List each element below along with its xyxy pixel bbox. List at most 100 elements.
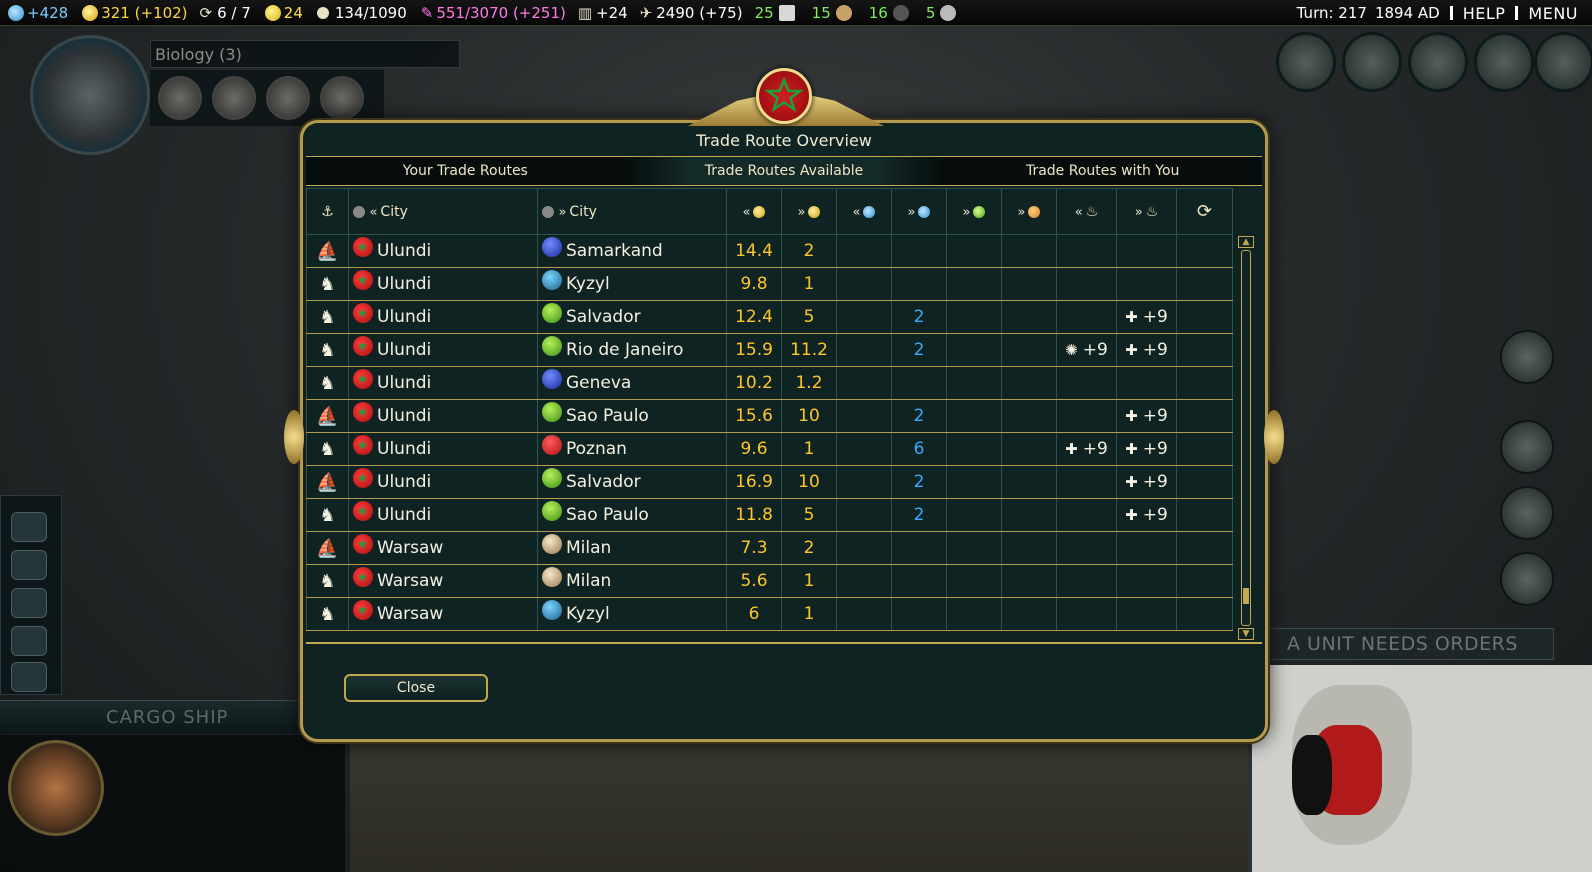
frame-ornament bbox=[284, 410, 304, 464]
origin-city: Warsaw bbox=[377, 538, 444, 558]
culture-stat[interactable]: ✎ 551/3070 (+251) bbox=[421, 4, 566, 22]
action-button[interactable] bbox=[11, 662, 47, 692]
table-scrollbar[interactable]: ▲ ▼ bbox=[1238, 236, 1254, 640]
current-research-label[interactable]: Biology (3) bbox=[150, 40, 460, 68]
tab-trade-routes-available[interactable]: Trade Routes Available bbox=[624, 157, 944, 185]
civ-icon bbox=[353, 205, 365, 218]
sort-turns-header[interactable]: ⟳ bbox=[1176, 188, 1233, 235]
civ-icon bbox=[542, 205, 554, 218]
destination-city: Salvador bbox=[566, 472, 641, 492]
resource-4-stat[interactable]: 5 bbox=[926, 4, 960, 22]
advisor-button[interactable] bbox=[1342, 32, 1402, 92]
caravan-icon: ♞ bbox=[319, 372, 336, 394]
faith-stat[interactable]: ✈ 2490 (+75) bbox=[640, 4, 743, 22]
science-destination-value bbox=[891, 564, 947, 598]
advisor-buttons bbox=[1262, 32, 1592, 102]
sort-by-origin-city-header[interactable]: «City bbox=[348, 188, 538, 235]
menu-button[interactable]: MENU bbox=[1528, 4, 1578, 23]
table-row[interactable]: ⛵ Ulundi Sao Paulo 15.610 2 ✚+9 bbox=[306, 399, 1233, 433]
resource-1-stat[interactable]: 25 bbox=[755, 4, 798, 22]
table-row[interactable]: ⛵ Ulundi Samarkand 14.42 bbox=[306, 234, 1233, 268]
production-value bbox=[1001, 432, 1057, 466]
map-area[interactable] bbox=[350, 740, 1250, 872]
table-row[interactable]: ♞ Ulundi Salvador 12.45 2 ✚+9 bbox=[306, 300, 1233, 334]
sort-religion-destination-header[interactable]: » ♨ bbox=[1116, 188, 1177, 235]
religion-origin-value bbox=[1056, 300, 1117, 334]
religion-origin-value bbox=[1056, 465, 1117, 499]
action-button[interactable] bbox=[11, 550, 47, 580]
advisor-button[interactable] bbox=[1534, 32, 1592, 92]
divider bbox=[1449, 6, 1453, 20]
production-value bbox=[1001, 498, 1057, 532]
action-button[interactable] bbox=[11, 512, 47, 542]
notification-icon[interactable] bbox=[1500, 330, 1554, 384]
origin-civ-icon bbox=[353, 435, 373, 455]
resource-2-stat[interactable]: 15 bbox=[812, 4, 855, 22]
scroll-up-button[interactable]: ▲ bbox=[1238, 236, 1254, 248]
table-row[interactable]: ♞ Ulundi Kyzyl 9.81 bbox=[306, 267, 1233, 301]
tech-unlocks bbox=[150, 70, 384, 126]
table-row[interactable]: ⛵ Warsaw Milan 7.32 bbox=[306, 531, 1233, 565]
gold-stat[interactable]: 321 (+102) bbox=[82, 4, 188, 22]
unit-needs-orders-banner[interactable]: A UNIT NEEDS ORDERS bbox=[1268, 628, 1554, 660]
scroll-track[interactable] bbox=[1241, 250, 1251, 626]
origin-civ-icon bbox=[353, 270, 373, 290]
sort-by-type-header[interactable]: ⚓ bbox=[306, 188, 349, 235]
table-row[interactable]: ♞ Warsaw Kyzyl 61 bbox=[306, 597, 1233, 631]
tab-trade-routes-with-you[interactable]: Trade Routes with You bbox=[943, 157, 1262, 185]
religion-destination-value bbox=[1116, 531, 1177, 565]
origin-city: Warsaw bbox=[377, 604, 444, 624]
happiness-stat[interactable]: 24 bbox=[264, 4, 303, 22]
sort-gold-destination-header[interactable]: » bbox=[781, 188, 837, 235]
turns-cell bbox=[1176, 267, 1233, 301]
origin-city: Ulundi bbox=[377, 472, 432, 492]
origin-civ-icon bbox=[353, 567, 373, 587]
turn-counter: Turn: 217 bbox=[1296, 4, 1367, 22]
religion-destination-value bbox=[1116, 564, 1177, 598]
notification-icon[interactable] bbox=[1500, 486, 1554, 540]
table-row[interactable]: ♞ Ulundi Rio de Janeiro 15.911.2 2 ✺+9✚+9 bbox=[306, 333, 1233, 367]
gold-destination-value: 10 bbox=[781, 465, 837, 499]
action-button[interactable] bbox=[11, 588, 47, 618]
sort-production-header[interactable]: » bbox=[1001, 188, 1057, 235]
science-stat[interactable]: +428 bbox=[8, 4, 68, 22]
close-button[interactable]: Close bbox=[344, 674, 488, 702]
destination-civ-icon bbox=[542, 468, 562, 488]
tech-progress-ring[interactable] bbox=[30, 35, 150, 155]
table-row[interactable]: ♞ Ulundi Geneva 10.21.2 bbox=[306, 366, 1233, 400]
science-destination-value: 2 bbox=[891, 399, 947, 433]
notification-icon[interactable] bbox=[1500, 552, 1554, 606]
table-row[interactable]: ⛵ Ulundi Salvador 16.910 2 ✚+9 bbox=[306, 465, 1233, 499]
sort-food-header[interactable]: » bbox=[946, 188, 1002, 235]
caravan-icon: ♞ bbox=[319, 306, 336, 328]
sort-gold-origin-header[interactable]: « bbox=[726, 188, 782, 235]
tab-your-trade-routes[interactable]: Your Trade Routes bbox=[306, 157, 625, 185]
origin-city: Ulundi bbox=[377, 340, 432, 360]
destination-city: Milan bbox=[566, 571, 612, 591]
table-row[interactable]: ♞ Ulundi Poznan 9.61 6 ✚+9✚+9 bbox=[306, 432, 1233, 466]
sort-science-destination-header[interactable]: » bbox=[891, 188, 947, 235]
trade-routes-stat[interactable]: ⟳ 6 / 7 bbox=[200, 4, 251, 22]
advisor-button[interactable] bbox=[1408, 32, 1468, 92]
trade-routes-body: ⛵UlundiSamarkand14.42♞UlundiKyzyl9.81♞Ul… bbox=[306, 234, 1233, 631]
tech-panel[interactable]: Biology (3) bbox=[0, 30, 462, 155]
sort-religion-origin-header[interactable]: «♨ bbox=[1056, 188, 1117, 235]
help-button[interactable]: HELP bbox=[1463, 4, 1506, 23]
table-row[interactable]: ♞ Ulundi Sao Paulo 11.85 2 ✚+9 bbox=[306, 498, 1233, 532]
notification-icon[interactable] bbox=[1500, 420, 1554, 474]
golden-age-stat[interactable]: 134/1090 bbox=[314, 4, 407, 22]
origin-civ-icon bbox=[353, 336, 373, 356]
resource-3-stat[interactable]: 16 bbox=[869, 4, 912, 22]
table-row[interactable]: ♞ Warsaw Milan 5.61 bbox=[306, 564, 1233, 598]
unit-portrait[interactable] bbox=[8, 740, 104, 836]
tourism-stat[interactable]: ▥ +24 bbox=[578, 4, 628, 22]
advisor-button[interactable] bbox=[1276, 32, 1336, 92]
action-button[interactable] bbox=[11, 626, 47, 656]
scroll-down-button[interactable]: ▼ bbox=[1238, 628, 1254, 640]
sort-science-origin-header[interactable]: « bbox=[836, 188, 892, 235]
sort-by-destination-city-header[interactable]: » City bbox=[537, 188, 727, 235]
minimap[interactable] bbox=[1248, 665, 1592, 872]
scroll-thumb[interactable] bbox=[1243, 588, 1249, 604]
religion-plus-icon: ✚ bbox=[1125, 473, 1138, 491]
advisor-button[interactable] bbox=[1474, 32, 1534, 92]
